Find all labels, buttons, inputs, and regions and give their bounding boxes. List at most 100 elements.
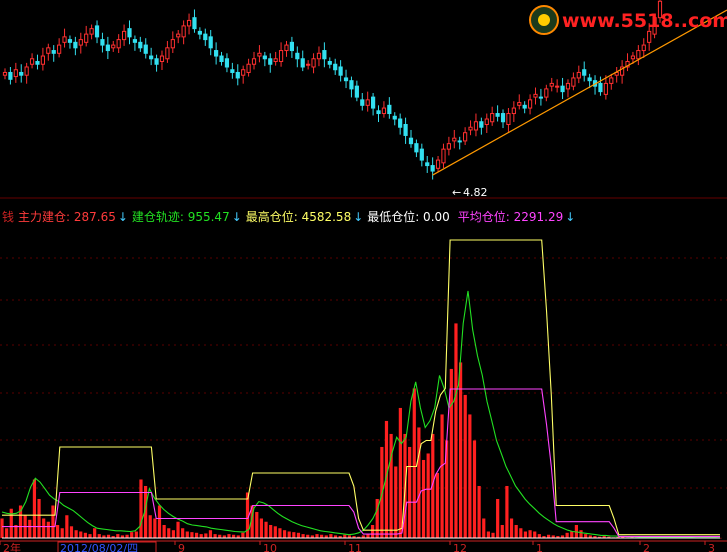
- main-build-bar: [426, 453, 430, 538]
- header-item-1: 主力建仓: 287.65: [18, 210, 116, 224]
- axis-tick-label: 2年: [3, 541, 21, 552]
- indicator-lines: [1, 239, 721, 539]
- candle-body: [289, 41, 295, 52]
- candle-body: [197, 30, 202, 35]
- main-build-bar: [55, 524, 60, 538]
- candle-body: [268, 58, 273, 65]
- candle-body: [398, 118, 403, 128]
- candle-body: [84, 33, 89, 43]
- main-build-bar: [130, 532, 134, 538]
- main-build-bars: [0, 323, 722, 539]
- candle-body: [306, 63, 311, 66]
- candle-body: [500, 113, 506, 123]
- main-build-bar: [315, 534, 319, 538]
- axis-tick-label: 9: [178, 542, 185, 552]
- main-build-bar: [269, 524, 273, 538]
- main-build-bar: [370, 524, 375, 538]
- main-build-bar: [32, 479, 37, 538]
- candle-body: [576, 71, 581, 79]
- main-build-bar: [505, 485, 509, 538]
- candle-body: [219, 55, 224, 63]
- candle-body: [490, 113, 495, 123]
- main-build-bar: [366, 534, 370, 538]
- axis-tick-label: 1: [536, 542, 543, 552]
- main-build-bar: [185, 531, 189, 538]
- main-build-bar: [440, 414, 444, 538]
- candle-body: [408, 137, 414, 145]
- main-build-bar: [199, 534, 203, 538]
- main-build-bar: [213, 534, 217, 538]
- candle-body: [203, 33, 208, 41]
- candle-body: [121, 30, 127, 41]
- candle-body: [40, 55, 45, 65]
- candle-body: [441, 148, 446, 164]
- main-build-bar: [153, 518, 157, 538]
- candle-body: [527, 99, 533, 109]
- main-build-bar: [273, 526, 277, 538]
- candle-body: [641, 44, 646, 52]
- main-build-bar: [389, 433, 393, 538]
- main-build-bar: [523, 531, 528, 538]
- candle-body: [176, 33, 181, 38]
- candle-body: [549, 82, 554, 87]
- candle-body: [78, 39, 83, 46]
- candle-body: [587, 77, 592, 82]
- candle-body: [517, 102, 522, 106]
- candle-body: [419, 148, 424, 161]
- candle-body: [111, 44, 116, 49]
- main-build-bar: [97, 534, 101, 538]
- candle-body: [446, 143, 451, 150]
- down-arrow-icon: ↓: [565, 210, 575, 224]
- axis-tick-label: 11: [348, 542, 362, 552]
- candle-body: [403, 123, 408, 136]
- header-item-3: 最高仓位: 4582.58: [246, 209, 351, 224]
- main-build-bar: [93, 528, 97, 538]
- main-build-bar: [417, 427, 421, 538]
- candle-body: [100, 39, 105, 46]
- candle-body: [13, 69, 18, 78]
- candle-body: [214, 50, 219, 57]
- candle-body: [295, 52, 300, 60]
- main-build-bar: [482, 518, 486, 538]
- main-build-bar: [157, 505, 162, 538]
- low-arrow-icon: ←: [452, 186, 461, 199]
- main-build-bar: [287, 531, 291, 538]
- main-build-bar: [463, 394, 467, 538]
- main-build-bar: [5, 528, 9, 538]
- main-build-bar: [171, 530, 175, 538]
- candle-body: [208, 36, 213, 49]
- main-build-bar: [509, 518, 514, 538]
- candle-body: [154, 58, 159, 65]
- main-build-bar: [116, 534, 120, 538]
- time-axis: 2年 9 10 11 12 1 2 3 2012/08/02/四: [0, 540, 727, 552]
- candle-body: [186, 19, 192, 27]
- candle-body: [370, 96, 376, 109]
- main-build-bar: [37, 498, 41, 538]
- candle-body: [262, 55, 267, 60]
- main-build-bar: [241, 532, 245, 538]
- main-build-bar: [79, 531, 83, 538]
- main-build-bar: [83, 532, 87, 538]
- candle-body: [479, 121, 484, 128]
- main-build-bar: [468, 414, 472, 538]
- main-build-bar: [412, 388, 416, 538]
- header-item-2: 建仓轨迹: 955.47: [132, 210, 230, 224]
- axis-tick-label: 3: [708, 542, 715, 552]
- candle-body: [257, 52, 262, 57]
- candle-body: [463, 132, 468, 142]
- candle-body: [94, 25, 100, 38]
- candle-body: [127, 28, 132, 38]
- main-build-bar: [176, 521, 180, 538]
- main-build-bar: [421, 459, 426, 538]
- candle-body: [571, 77, 576, 87]
- candle-body: [132, 39, 138, 43]
- candle-body: [425, 162, 430, 167]
- candle-body: [511, 107, 516, 115]
- main-build-bar: [329, 534, 333, 538]
- main-build-bar: [74, 530, 78, 538]
- candle-body: [116, 39, 121, 49]
- candle-body: [67, 39, 73, 43]
- candle-body: [495, 113, 500, 117]
- main-build-bar: [565, 532, 569, 538]
- line-建仓轨迹: [1, 290, 721, 539]
